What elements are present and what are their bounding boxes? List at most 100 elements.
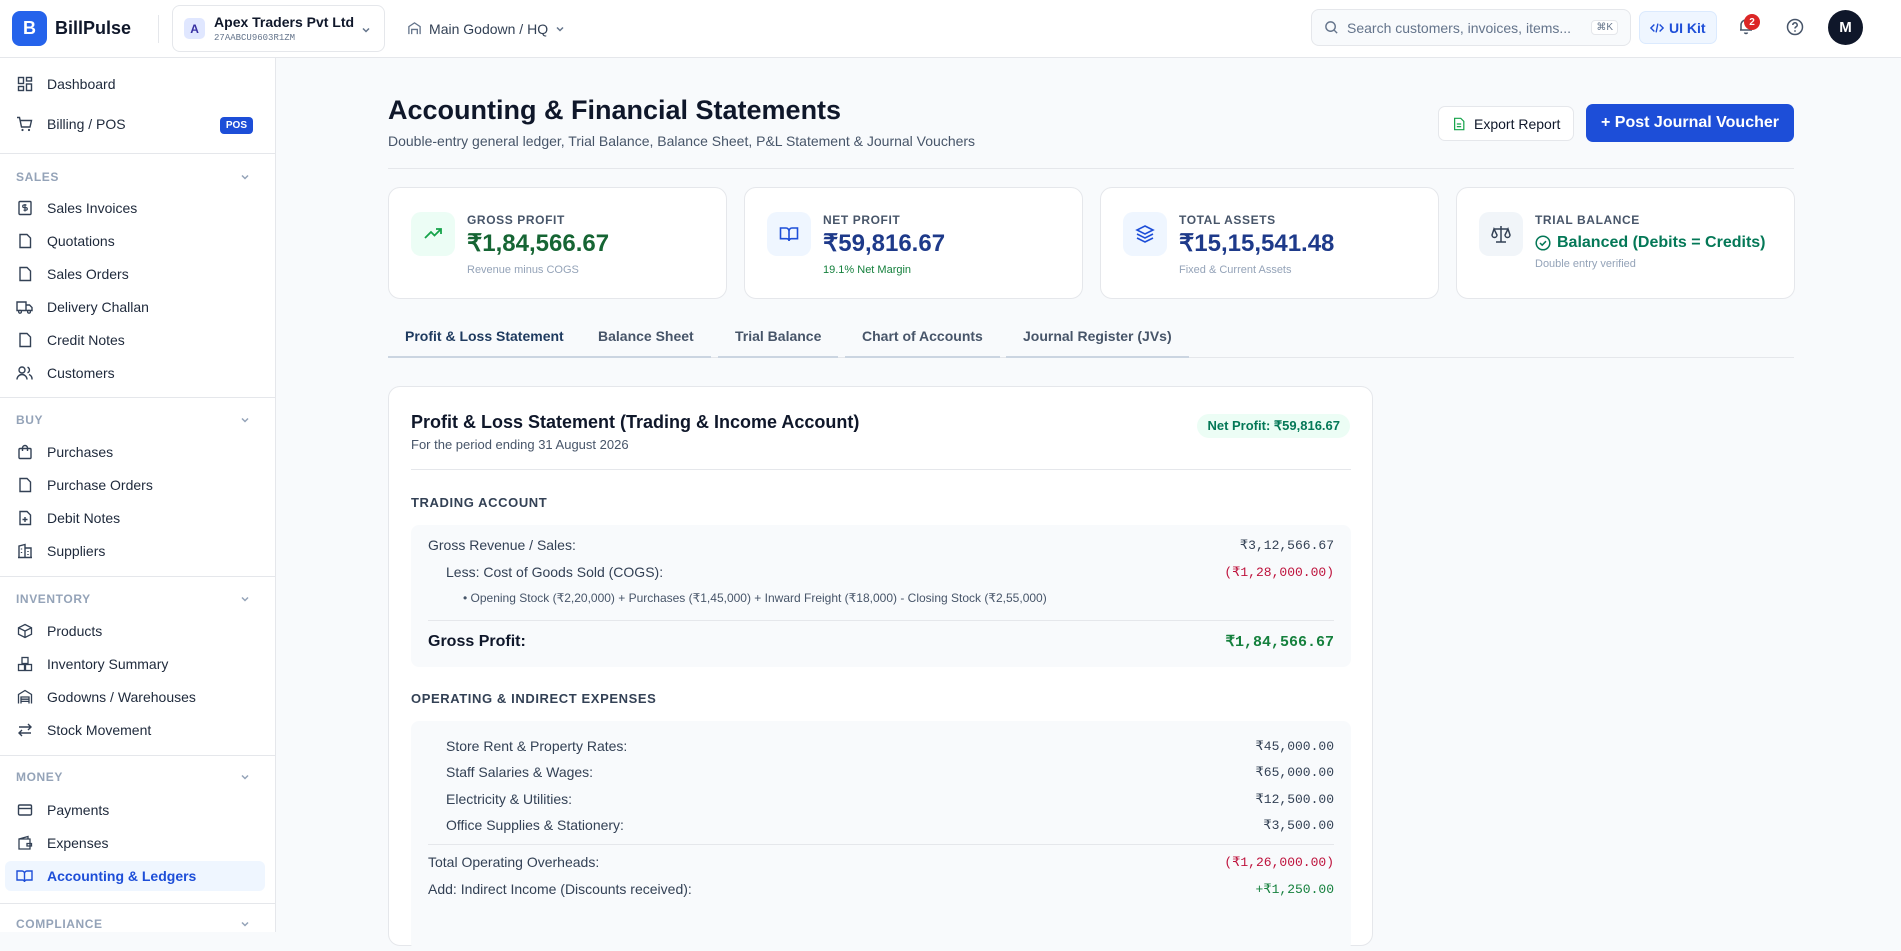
sidebar-item-purchases[interactable]: Purchases [5,437,265,467]
net-profit-badge: Net Profit: ₹59,816.67 [1197,414,1350,438]
kpi-value: Balanced (Debits = Credits) [1535,234,1766,252]
sidebar-item-accounting-ledgers[interactable]: Accounting & Ledgers [5,861,265,891]
export-report-button[interactable]: Export Report [1438,106,1575,141]
sidebar: Dashboard Billing / POS POS SALES Sales … [0,58,276,932]
tab-balance-sheet[interactable]: Balance Sheet [581,316,711,358]
sidebar-item-suppliers[interactable]: Suppliers [5,536,265,566]
book-open-icon [767,212,811,256]
row-label: Electricity & Utilities: [446,791,573,807]
cogs-row: Less: Cost of Goods Sold (COGS): (₹1,28,… [428,564,1334,580]
kpi-label: TOTAL ASSETS [1179,213,1276,227]
tab-trial-balance[interactable]: Trial Balance [718,316,839,358]
kpi-value: ₹15,15,541.48 [1179,230,1335,257]
sidebar-item-label: Sales Orders [47,266,129,282]
file-export-icon [1454,117,1465,130]
row-value: ₹3,500.00 [1263,817,1334,833]
book-open-icon [16,868,33,885]
kpi-note: 19.1% Net Margin [823,264,912,276]
sidebar-item-billing-pos[interactable]: Billing / POS POS [5,109,265,139]
row-label: Total Operating Overheads: [428,854,600,870]
cogs-breakdown-note: • Opening Stock (₹2,20,000) + Purchases … [463,591,1047,605]
row-value: ₹1,84,566.67 [1225,634,1334,651]
section-compliance-header[interactable]: COMPLIANCE [16,917,251,931]
chevron-down-icon [241,774,249,780]
sidebar-item-label: Products [47,623,103,639]
sidebar-item-label: Quotations [47,233,115,249]
divider [388,168,1794,169]
tab-profit-loss[interactable]: Profit & Loss Statement [388,316,581,358]
brand-name: BillPulse [55,18,132,38]
sidebar-item-label: Delivery Challan [47,299,149,315]
section-title: BUY [16,413,44,427]
divider [428,620,1334,621]
pos-badge: POS [219,117,253,134]
sidebar-item-label: Credit Notes [47,332,125,348]
section-title: INVENTORY [16,592,91,606]
kpi-label: GROSS PROFIT [467,213,565,227]
section-sales-header[interactable]: SALES [16,170,251,184]
sidebar-item-label: Purchases [47,444,114,460]
page-title: Accounting & Financial Statements [388,95,842,125]
company-switcher[interactable]: A Apex Traders Pvt Ltd 27AABCU9603R1ZM [172,5,386,52]
divider [428,844,1334,845]
sidebar-item-dashboard[interactable]: Dashboard [5,69,265,99]
sidebar-item-label: Dashboard [47,76,116,92]
statement-tabs: Profit & Loss Statement Balance Sheet Tr… [388,316,1794,358]
code-icon [1650,22,1664,33]
warehouse-icon [16,689,33,706]
sidebar-item-debit-notes[interactable]: Debit Notes [5,503,265,533]
kpi-label: NET PROFIT [823,213,901,227]
sidebar-item-customers[interactable]: Customers [5,358,265,388]
section-money-header[interactable]: MONEY [16,770,251,784]
section-buy-header[interactable]: BUY [16,413,251,427]
divider [0,903,275,904]
dashboard-icon [16,76,33,93]
sidebar-item-expenses[interactable]: Expenses [5,828,265,858]
post-journal-voucher-button[interactable]: + Post Journal Voucher [1586,104,1794,142]
row-value: +₹1,250.00 [1255,881,1334,897]
kpi-note: Double entry verified [1535,258,1636,270]
row-value: (₹1,28,000.00) [1224,564,1334,580]
sidebar-item-sales-invoices[interactable]: Sales Invoices [5,193,265,223]
company-avatar: A [184,18,206,39]
sidebar-item-inventory-summary[interactable]: Inventory Summary [5,649,265,679]
divider [0,153,275,154]
sidebar-item-label: Billing / POS [47,116,126,132]
help-icon[interactable] [1786,18,1804,36]
sidebar-item-godowns[interactable]: Godowns / Warehouses [5,682,265,712]
sidebar-item-purchase-orders[interactable]: Purchase Orders [5,470,265,500]
row-label: Store Rent & Property Rates: [446,738,628,754]
sidebar-item-stock-movement[interactable]: Stock Movement [5,715,265,745]
search-input[interactable] [1347,19,1577,36]
sidebar-item-sales-orders[interactable]: Sales Orders [5,259,265,289]
building-icon [16,543,33,560]
tab-chart-of-accounts[interactable]: Chart of Accounts [845,316,1000,358]
sidebar-item-label: Debit Notes [47,510,121,526]
row-label: Office Supplies & Stationery: [446,817,624,833]
sidebar-item-delivery-challan[interactable]: Delivery Challan [5,292,265,322]
pl-statement-card: Profit & Loss Statement (Trading & Incom… [388,386,1373,951]
sidebar-item-label: Sales Invoices [47,200,138,216]
ui-kit-button[interactable]: UI Kit [1639,11,1717,44]
section-inventory-header[interactable]: INVENTORY [16,592,251,606]
sidebar-item-label: Expenses [47,835,109,851]
row-value: ₹12,500.00 [1255,791,1334,807]
sidebar-item-products[interactable]: Products [5,616,265,646]
chevron-down-icon [241,174,249,180]
tab-journal-register[interactable]: Journal Register (JVs) [1006,316,1189,358]
sidebar-item-quotations[interactable]: Quotations [5,226,265,256]
expense-row: Office Supplies & Stationery: ₹3,500.00 [428,817,1334,833]
page-subtitle: Double-entry general ledger, Trial Balan… [388,133,976,149]
sidebar-item-label: Godowns / Warehouses [47,689,196,705]
section-title: COMPLIANCE [16,917,103,931]
user-avatar[interactable]: M [1828,10,1863,45]
sidebar-item-payments[interactable]: Payments [5,795,265,825]
location-switcher[interactable]: Main Godown / HQ [407,21,566,37]
users-icon [16,365,33,382]
sidebar-item-credit-notes[interactable]: Credit Notes [5,325,265,355]
global-search[interactable]: ⌘K [1311,9,1631,46]
brand[interactable]: B BillPulse [12,11,131,46]
row-label: Add: Indirect Income (Discounts received… [428,881,692,897]
statement-period: For the period ending 31 August 2026 [411,437,629,452]
section-title: MONEY [16,770,64,784]
